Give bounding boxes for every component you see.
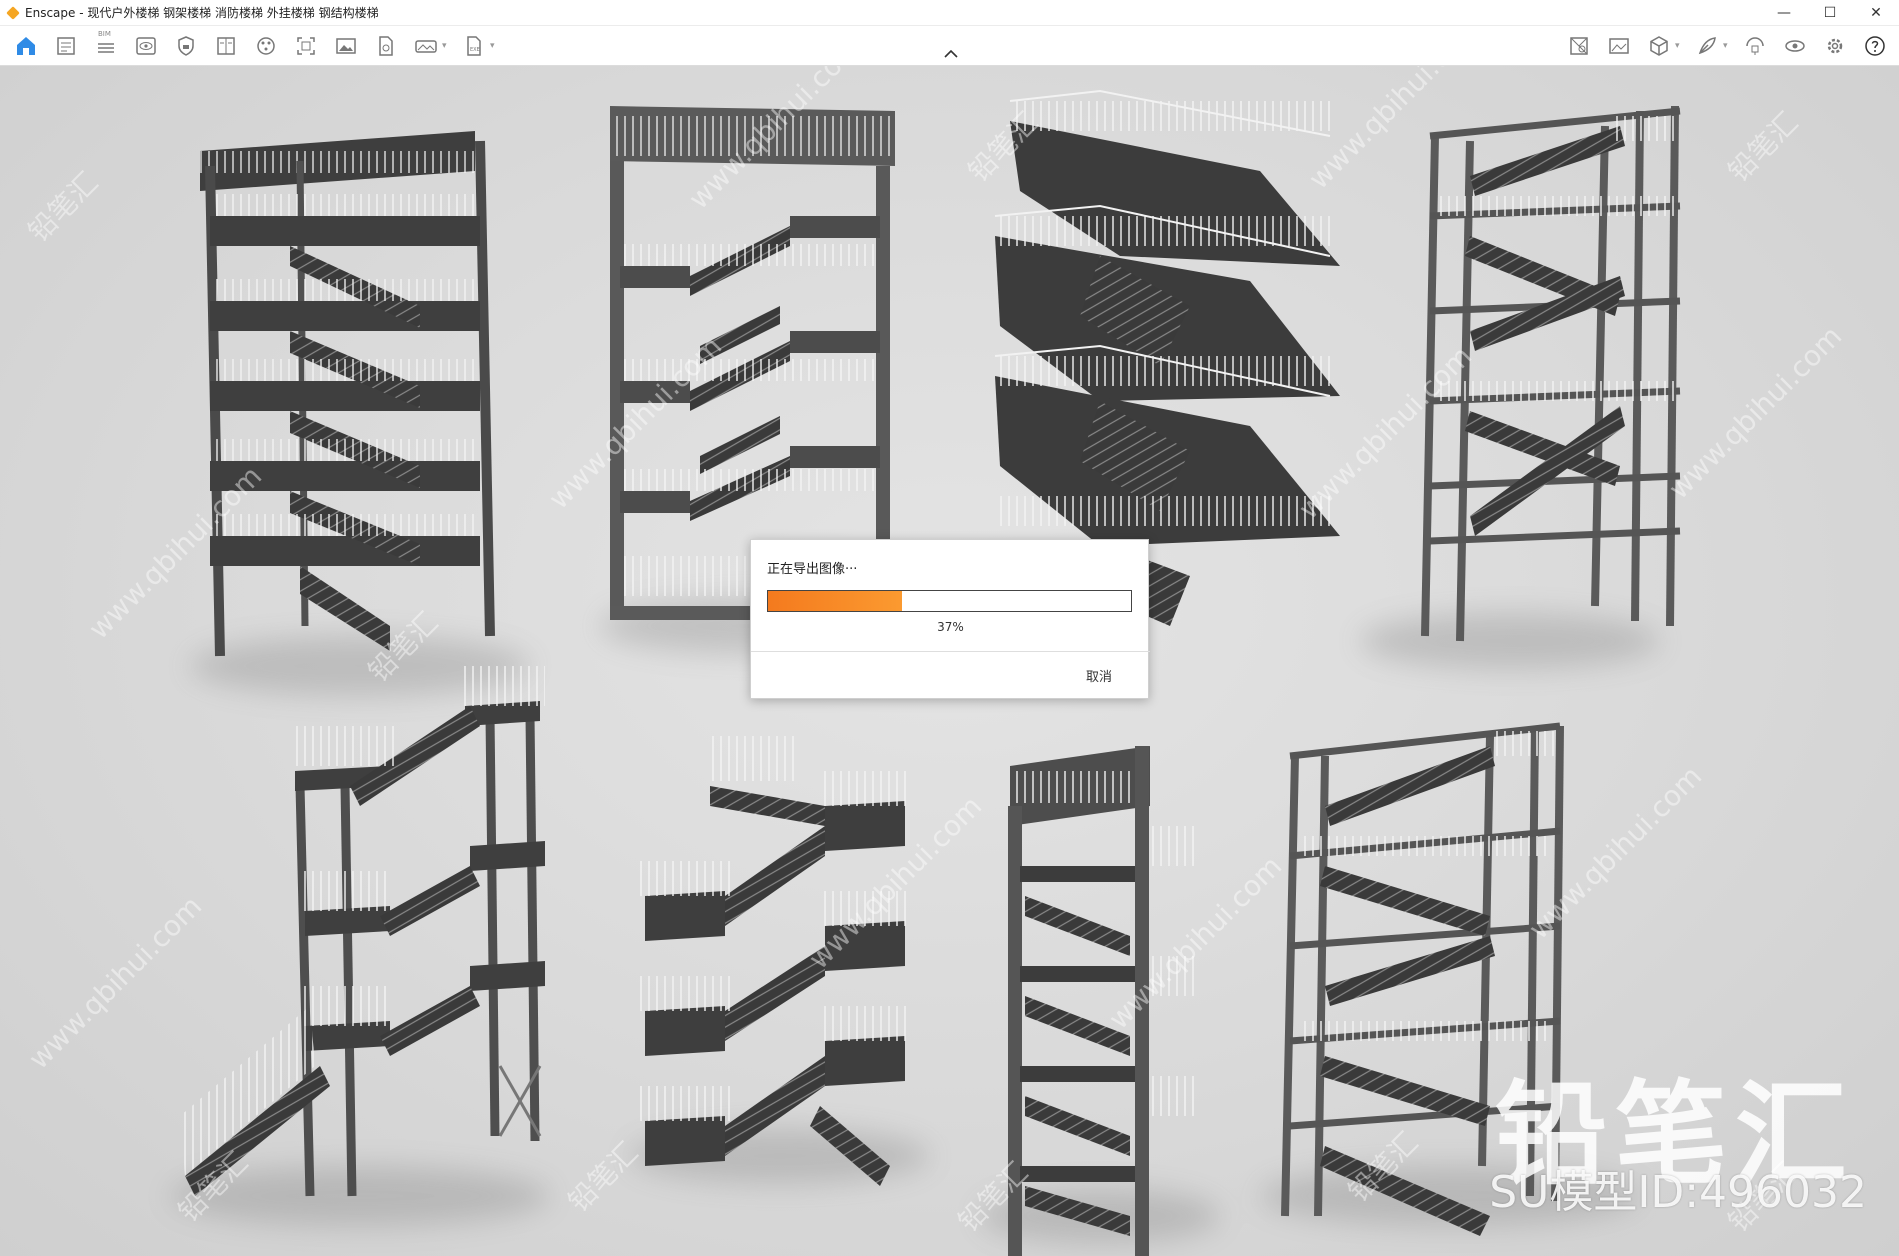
cube-button[interactable] <box>1645 32 1673 60</box>
panorama-button[interactable] <box>412 32 440 60</box>
exe-export-icon: EXE <box>467 36 481 56</box>
file-icon <box>379 36 393 56</box>
home-icon <box>17 37 35 55</box>
toolbar-right-group: ▾ ▾ <box>1559 26 1895 66</box>
svg-text:EXE: EXE <box>470 47 480 53</box>
view-button[interactable] <box>132 32 160 60</box>
capture-button[interactable] <box>292 32 320 60</box>
enscape-logo-icon <box>6 5 20 20</box>
dialog-title: 正在导出图像··· <box>767 562 858 577</box>
progress-bar <box>767 590 1132 612</box>
feather-button[interactable] <box>1693 32 1721 60</box>
gallery-icon <box>1609 38 1629 54</box>
maximize-icon: ☐ <box>1823 5 1837 21</box>
sync-button[interactable] <box>1741 32 1769 60</box>
image-button[interactable] <box>332 32 360 60</box>
export-dropdown-chevron-icon[interactable]: ▾ <box>490 41 498 51</box>
dialog-divider <box>751 651 1150 652</box>
book-icon <box>217 37 235 55</box>
bim-button[interactable]: BIM <box>92 30 120 60</box>
capture-icon <box>297 37 315 55</box>
close-button[interactable]: ✕ <box>1853 0 1899 26</box>
document-icon <box>57 37 75 55</box>
shield-button[interactable] <box>172 32 200 60</box>
panorama-icon <box>415 40 437 53</box>
minimize-icon: — <box>1777 5 1791 21</box>
feather-icon <box>1698 37 1716 55</box>
settings-gear-icon <box>1827 38 1843 54</box>
stair-model-4 <box>1421 105 1681 642</box>
toolbar-left-group: BIM ▾ EXE ▾ <box>6 26 502 66</box>
shield-icon <box>178 36 194 56</box>
maximize-button[interactable]: ☐ <box>1807 0 1853 26</box>
document-button[interactable] <box>52 32 80 60</box>
settings-button[interactable] <box>1821 32 1849 60</box>
cube-icon <box>1650 36 1668 56</box>
window-title: Enscape - 现代户外楼梯 钢架楼梯 消防楼梯 外挂楼梯 钢结构楼梯 <box>25 6 379 20</box>
panorama-dropdown-chevron-icon[interactable]: ▾ <box>442 41 450 51</box>
help-button[interactable] <box>1861 32 1889 60</box>
window-controls: — ☐ ✕ <box>1761 0 1899 26</box>
watermark-model-id: SU模型ID:496032 <box>1489 1167 1867 1218</box>
file-button[interactable] <box>372 32 400 60</box>
image-icon <box>336 38 356 54</box>
stair-model-6 <box>640 736 910 1186</box>
visibility-button[interactable] <box>1781 32 1809 60</box>
title-bar: Enscape - 现代户外楼梯 钢架楼梯 消防楼梯 外挂楼梯 钢结构楼梯 — … <box>0 0 1899 26</box>
eye-view-icon <box>136 37 156 55</box>
progress-bar-fill <box>768 591 903 611</box>
home-button[interactable] <box>12 32 40 60</box>
progress-percent: 37% <box>937 620 964 634</box>
feather-dropdown-chevron-icon[interactable]: ▾ <box>1723 41 1731 51</box>
sync-icon <box>1746 37 1764 55</box>
help-icon <box>1865 36 1885 56</box>
gallery-button[interactable] <box>1605 32 1633 60</box>
minimize-button[interactable]: — <box>1761 0 1807 26</box>
palette-button[interactable] <box>252 32 280 60</box>
toolbar: BIM ▾ EXE ▾ ▾ ▾ <box>0 26 1899 66</box>
asset-library-icon <box>1570 37 1588 55</box>
visibility-icon <box>1785 40 1805 52</box>
stair-model-5 <box>180 666 545 1197</box>
asset-library-button[interactable] <box>1565 32 1593 60</box>
cancel-button[interactable]: 取消 <box>1082 664 1116 687</box>
exe-export-button[interactable]: EXE <box>460 32 488 60</box>
book-button[interactable] <box>212 32 240 60</box>
collapse-toolbar-chevron-icon[interactable] <box>942 48 960 60</box>
bim-label: BIM <box>98 30 111 38</box>
palette-icon <box>257 37 275 55</box>
export-progress-dialog: 正在导出图像··· 37% 取消 <box>750 539 1150 699</box>
stair-model-7 <box>1008 746 1200 1256</box>
stair-model-1 <box>200 131 495 657</box>
cube-dropdown-chevron-icon[interactable]: ▾ <box>1675 41 1683 51</box>
close-icon: ✕ <box>1870 5 1882 21</box>
